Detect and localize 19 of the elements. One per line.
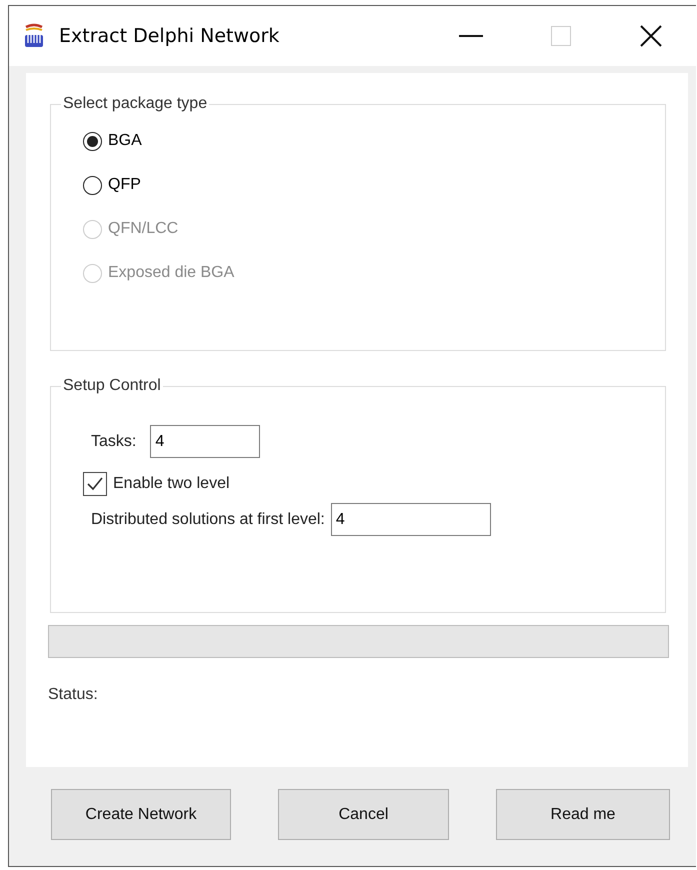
- dialog-button[interactable]: Read me: [496, 789, 670, 840]
- checkmark-icon: [87, 477, 103, 491]
- group-title: Select package type: [62, 95, 208, 113]
- app-icon: [23, 23, 45, 49]
- radio-option[interactable]: BGA: [83, 127, 142, 155]
- distributed-label: Distributed solutions at first level:: [91, 510, 325, 528]
- two-level-checkbox[interactable]: Enable two level: [83, 472, 230, 496]
- status-label: Status:: [48, 686, 99, 704]
- radio-option[interactable]: QFP: [83, 171, 141, 199]
- dialog-button[interactable]: Create Network: [51, 789, 231, 840]
- maximize-icon: [551, 26, 571, 46]
- distributed-field[interactable]: 4: [330, 503, 491, 536]
- dialog-button[interactable]: Cancel: [278, 789, 449, 840]
- minimize-icon: [459, 35, 483, 37]
- tasks-label: Tasks:: [91, 432, 136, 450]
- group-title: Setup Control: [62, 377, 162, 395]
- window-title: Extract Delphi Network: [59, 25, 280, 47]
- tasks-field[interactable]: 4: [150, 425, 260, 458]
- close-icon: [640, 25, 662, 47]
